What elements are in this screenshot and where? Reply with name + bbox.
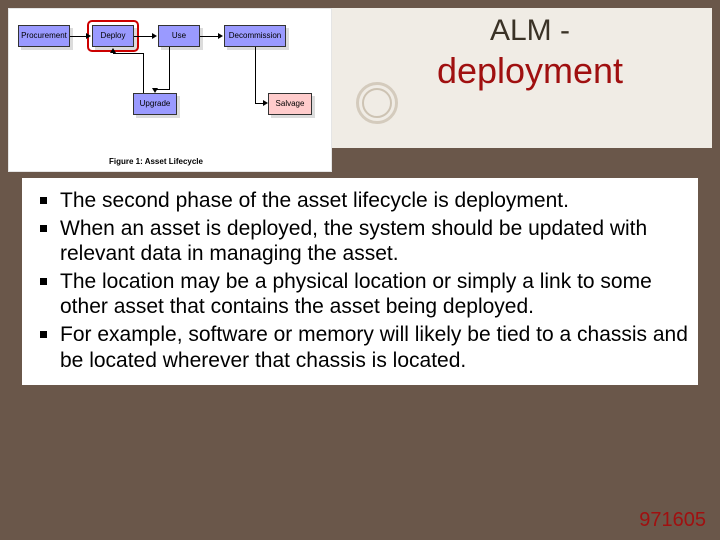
figure-caption: Figure 1: Asset Lifecycle xyxy=(109,157,203,166)
list-item: When an asset is deployed, the system sh… xyxy=(30,216,688,267)
node-decommission: Decommission xyxy=(224,25,286,47)
node-label: Salvage xyxy=(276,100,305,109)
bullet-text: For example, software or memory will lik… xyxy=(60,323,688,372)
title-line-2: deployment xyxy=(380,50,680,92)
bullet-list: The second phase of the asset lifecycle … xyxy=(30,188,688,373)
asset-lifecycle-diagram: Procurement Deploy Use Decommission Upgr… xyxy=(8,8,332,172)
list-item: The location may be a physical location … xyxy=(30,269,688,320)
node-label: Upgrade xyxy=(140,100,171,109)
slide-number: 971605 xyxy=(639,509,706,532)
bullet-text: The location may be a physical location … xyxy=(60,270,652,319)
node-upgrade: Upgrade xyxy=(133,93,177,115)
bullet-text: The second phase of the asset lifecycle … xyxy=(60,189,569,212)
title-line-1: ALM - xyxy=(380,14,680,48)
list-item: The second phase of the asset lifecycle … xyxy=(30,188,688,214)
content-panel: The second phase of the asset lifecycle … xyxy=(22,178,698,385)
bullet-text: When an asset is deployed, the system sh… xyxy=(60,217,647,266)
node-label: Use xyxy=(172,32,186,41)
node-use: Use xyxy=(158,25,200,47)
slide-title: ALM - deployment xyxy=(380,14,680,92)
node-label: Procurement xyxy=(21,32,67,41)
list-item: For example, software or memory will lik… xyxy=(30,322,688,373)
node-label: Decommission xyxy=(229,32,281,41)
node-procurement: Procurement xyxy=(18,25,70,47)
node-salvage: Salvage xyxy=(268,93,312,115)
